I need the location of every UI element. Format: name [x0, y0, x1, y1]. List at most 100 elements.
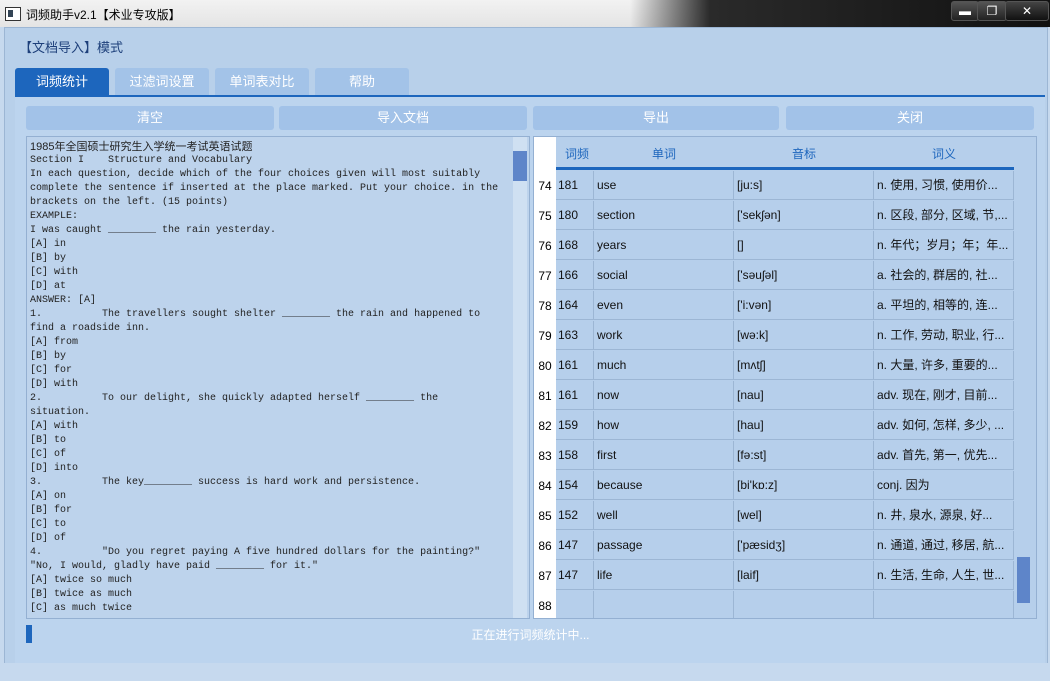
cell-word [594, 591, 734, 618]
cell-word: use [594, 171, 734, 200]
window-title: 词频助手v2.1【术业专攻版】 [26, 8, 181, 22]
cell-meaning: a. 平坦的, 相等的, 连... [874, 291, 1014, 320]
table-row[interactable]: 83 158 first [fə:st] adv. 首先, 第一, 优先... [534, 441, 1014, 471]
document-body: Section I Structure and Vocabulary In ea… [30, 155, 499, 614]
document-title-line: 1985年全国硕士研究生入学统一考试英语试题 [30, 141, 253, 153]
cell-phonetic: ['pæsidʒ] [734, 531, 874, 560]
table-row[interactable]: 75 180 section ['sekʃən] n. 区段, 部分, 区域, 节,..… [534, 201, 1014, 231]
document-scrollbar-thumb[interactable] [513, 151, 527, 181]
cell-phonetic: [ju:s] [734, 171, 874, 200]
cell-word: years [594, 231, 734, 260]
cell-phonetic: ['sekʃən] [734, 201, 874, 230]
title-bar: 词频助手v2.1【术业专攻版】 ▬ ❐ ✕ [0, 0, 1050, 27]
table-row[interactable]: 74 181 use [ju:s] n. 使用, 习惯, 使用价... [534, 171, 1014, 201]
cell-phonetic: ['i:vən] [734, 291, 874, 320]
status-text: 正在进行词频统计中... [471, 628, 590, 642]
cell-phonetic: [fə:st] [734, 441, 874, 470]
minimize-button[interactable]: ▬ [951, 1, 979, 21]
cell-word: now [594, 381, 734, 410]
document-content: 1985年全国硕士研究生入学统一考试英语试题 Section I Structur… [30, 140, 508, 616]
cell-word: passage [594, 531, 734, 560]
table-row[interactable]: 86 147 passage ['pæsidʒ] n. 通道, 通过, 移居, 航... [534, 531, 1014, 561]
cell-word: work [594, 321, 734, 350]
row-number: 88 [534, 591, 556, 618]
row-number: 76 [534, 231, 556, 261]
row-number: 74 [534, 171, 556, 201]
cell-meaning: adv. 现在, 刚才, 目前... [874, 381, 1014, 410]
grid-scrollbar-thumb[interactable] [1017, 557, 1030, 603]
table-row[interactable]: 84 154 because [bi'kɒ:z] conj. 因为 [534, 471, 1014, 501]
row-number: 77 [534, 261, 556, 291]
cell-frequency: 166 [556, 261, 594, 290]
cell-phonetic [734, 591, 874, 618]
cell-frequency: 147 [556, 561, 594, 590]
tab-word-frequency[interactable]: 词频统计 [15, 68, 109, 95]
cell-phonetic: [nau] [734, 381, 874, 410]
row-number: 79 [534, 321, 556, 351]
header-word[interactable]: 单词 [652, 145, 676, 162]
grid-scrollbar[interactable] [1014, 137, 1036, 618]
cell-frequency: 164 [556, 291, 594, 320]
grid-header-line [556, 167, 1014, 170]
cell-word: well [594, 501, 734, 530]
cell-word: how [594, 411, 734, 440]
cell-word: section [594, 201, 734, 230]
cell-meaning: n. 井, 泉水, 源泉, 好... [874, 501, 1014, 530]
row-number: 75 [534, 201, 556, 231]
import-document-button[interactable]: 导入文档 [279, 106, 527, 130]
header-phonetic[interactable]: 音标 [792, 145, 816, 162]
cell-meaning: conj. 因为 [874, 471, 1014, 500]
cell-frequency: 163 [556, 321, 594, 350]
header-frequency[interactable]: 词频 [565, 145, 589, 162]
table-row[interactable]: 88 [534, 591, 1014, 618]
cell-frequency: 181 [556, 171, 594, 200]
cell-word: life [594, 561, 734, 590]
clear-button[interactable]: 清空 [26, 106, 274, 130]
cell-meaning: n. 区段, 部分, 区域, 节,... [874, 201, 1014, 230]
cell-frequency [556, 591, 594, 618]
close-button[interactable]: 关闭 [786, 106, 1034, 130]
tab-filter-settings[interactable]: 过滤词设置 [115, 68, 209, 95]
table-row[interactable]: 77 166 social ['səuʃəl] a. 社会的, 群居的, 社... [534, 261, 1014, 291]
main-window: 【文档导入】模式 词频统计 过滤词设置 单词表对比 帮助 清空 导入文档 导出 … [4, 27, 1048, 665]
row-number: 83 [534, 441, 556, 471]
cell-phonetic: [laif] [734, 561, 874, 590]
row-number: 85 [534, 501, 556, 531]
cell-meaning: adv. 首先, 第一, 优先... [874, 441, 1014, 470]
cell-meaning: n. 通道, 通过, 移居, 航... [874, 531, 1014, 560]
progress-bar: 正在进行词频统计中... [26, 624, 1035, 644]
table-row[interactable]: 81 161 now [nau] adv. 现在, 刚才, 目前... [534, 381, 1014, 411]
cell-frequency: 161 [556, 351, 594, 380]
cell-frequency: 152 [556, 501, 594, 530]
table-row[interactable]: 76 168 years[] n. 年代；岁月；年；年... [534, 231, 1014, 261]
table-row[interactable]: 79 163 work [wə:k] n. 工作, 劳动, 职业, 行... [534, 321, 1014, 351]
cell-word: because [594, 471, 734, 500]
tab-wordlist-compare[interactable]: 单词表对比 [215, 68, 309, 95]
table-row[interactable]: 78 164 even ['i:vən] a. 平坦的, 相等的, 连... [534, 291, 1014, 321]
cell-phonetic: [wə:k] [734, 321, 874, 350]
table-row[interactable]: 82 159 how [hau] adv. 如何, 怎样, 多少, ... [534, 411, 1014, 441]
table-row[interactable]: 87 147 life [laif] n. 生活, 生命, 人生, 世... [534, 561, 1014, 591]
cell-word: even [594, 291, 734, 320]
header-meaning[interactable]: 词义 [932, 145, 956, 162]
cell-meaning: adv. 如何, 怎样, 多少, ... [874, 411, 1014, 440]
table-row[interactable]: 80 161 much [mʌtʃ] n. 大量, 许多, 重要的... [534, 351, 1014, 381]
document-textarea[interactable]: 1985年全国硕士研究生入学统一考试英语试题 Section I Structur… [26, 136, 530, 619]
cell-meaning: n. 年代；岁月；年；年... [874, 231, 1014, 260]
document-scrollbar[interactable] [513, 137, 527, 618]
table-row[interactable]: 85 152 well [wel] n. 井, 泉水, 源泉, 好... [534, 501, 1014, 531]
cell-meaning: a. 社会的, 群居的, 社... [874, 261, 1014, 290]
cell-phonetic: [] [734, 231, 874, 260]
cell-phonetic: ['səuʃəl] [734, 261, 874, 290]
close-window-button[interactable]: ✕ [1005, 1, 1049, 21]
tab-help[interactable]: 帮助 [315, 68, 409, 95]
row-number: 80 [534, 351, 556, 381]
cell-frequency: 158 [556, 441, 594, 470]
maximize-button[interactable]: ❐ [977, 1, 1007, 21]
word-frequency-grid[interactable]: 词频 单词 音标 词义 74 181 use [ju:s] n. 使用, 习惯, 使用价… [533, 136, 1037, 619]
cell-frequency: 154 [556, 471, 594, 500]
cell-word: first [594, 441, 734, 470]
bottom-strip [0, 663, 1050, 681]
cell-frequency: 147 [556, 531, 594, 560]
export-button[interactable]: 导出 [533, 106, 779, 130]
